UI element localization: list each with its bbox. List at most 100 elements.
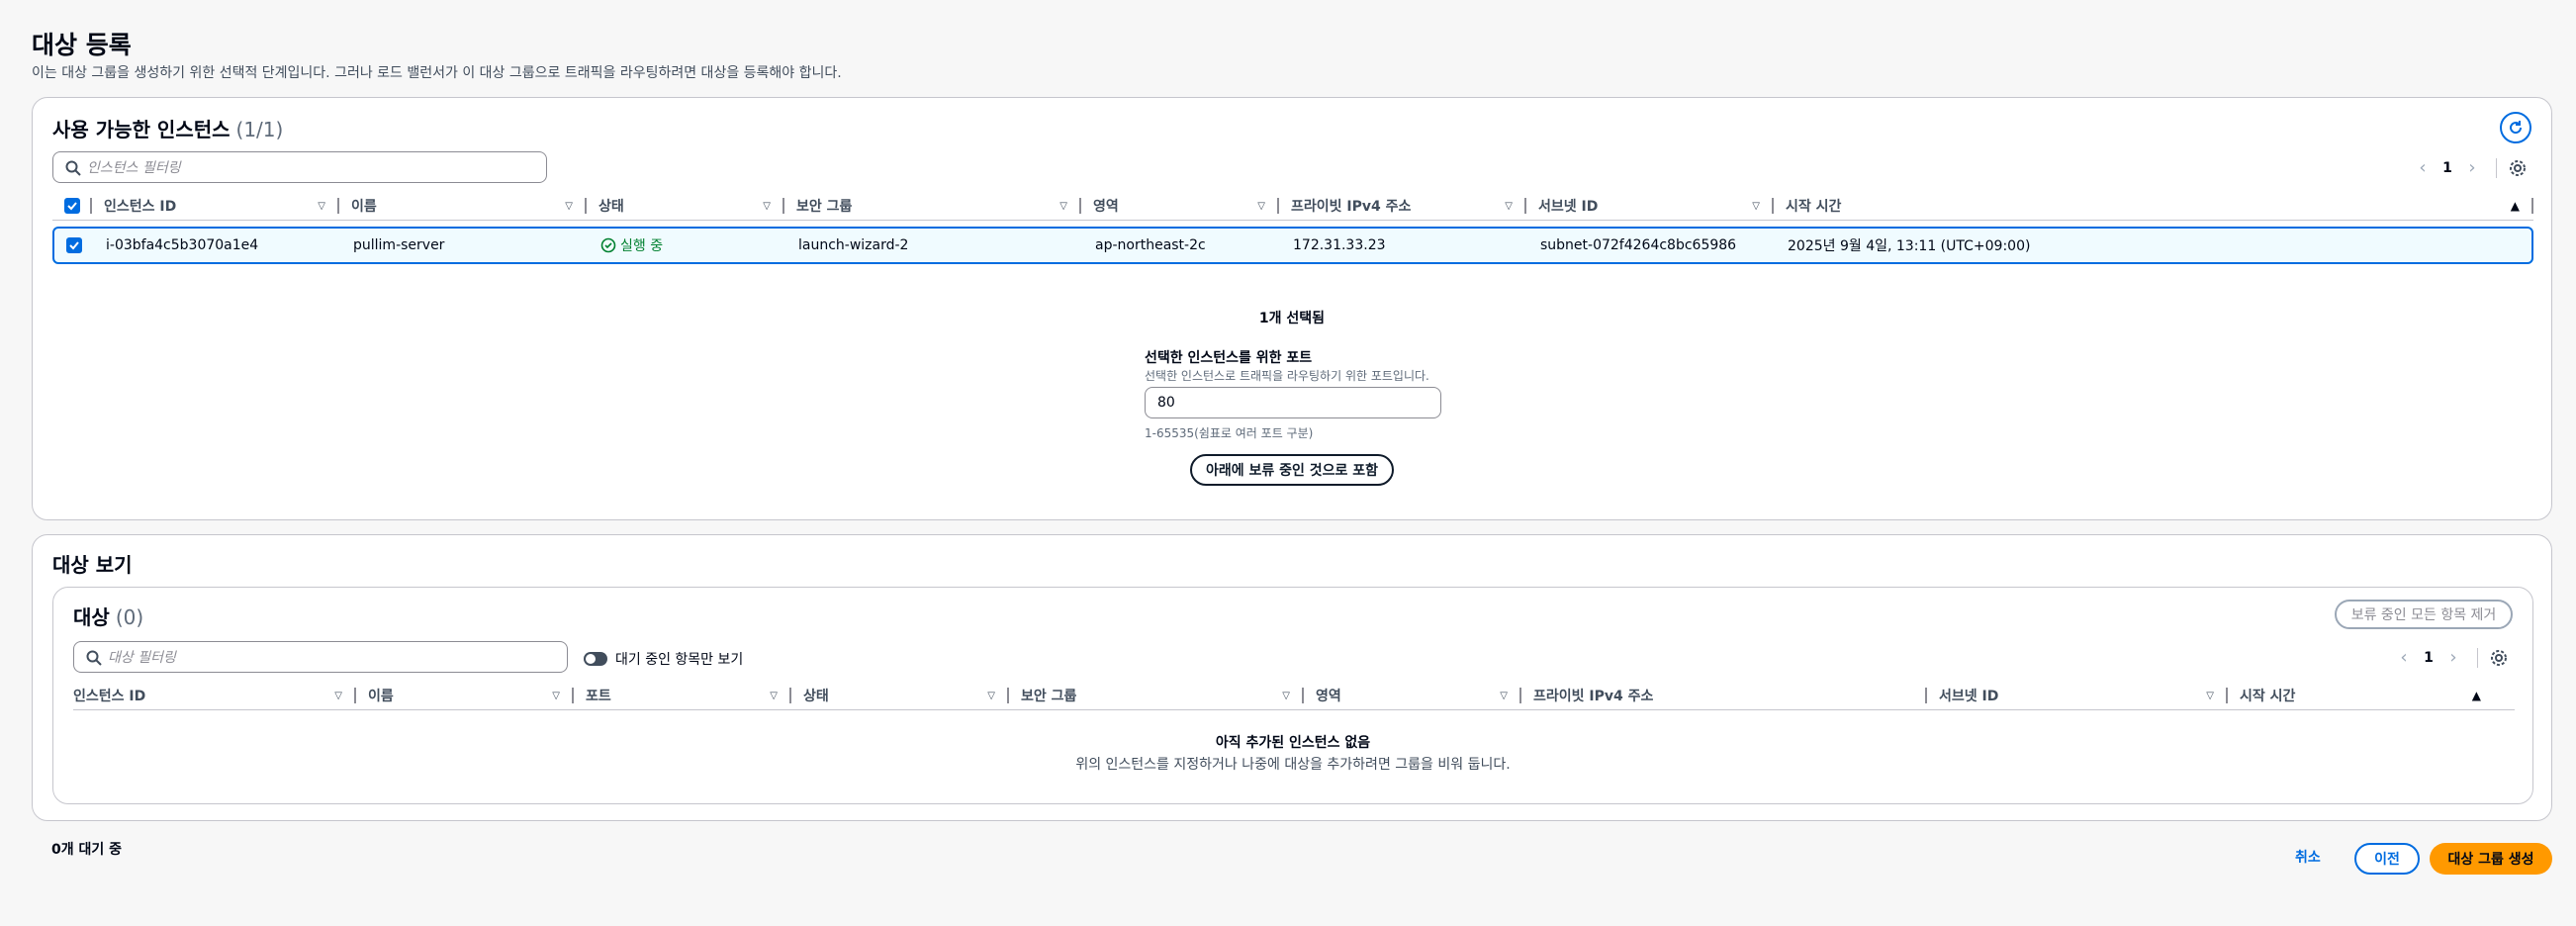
column-label: 이름 [351,198,377,215]
create-target-group-button[interactable]: 대상 그룹 생성 [2430,843,2552,875]
column-port[interactable]: 포트 ▽ [574,681,791,709]
pager-divider [2496,157,2497,178]
sort-down-icon[interactable]: ▽ [1505,201,1513,212]
sort-down-icon[interactable]: ▽ [1752,201,1760,212]
gear-icon[interactable] [2509,159,2527,177]
chevron-left-icon[interactable]: ‹ [2392,647,2416,668]
column-instance-id[interactable]: 인스턴스 ID ▽ [92,191,339,220]
pending-count: 0개 대기 중 [51,842,123,858]
pending-only-toggle[interactable]: 대기 중인 항목만 보기 [584,649,743,669]
include-pending-button[interactable]: 아래에 보류 중인 것으로 포함 [1190,454,1394,486]
column-subnet-id[interactable]: 서브넷 ID ▽ [1526,191,1774,220]
column-label: 상태 [598,198,624,215]
page-number[interactable]: 1 [2416,650,2441,666]
column-security-group[interactable]: 보안 그룹 ▽ [784,191,1081,220]
cancel-button[interactable]: 취소 [2295,847,2321,867]
port-hint: 1-65535(쉼표로 여러 포트 구분) [1145,426,1314,440]
sort-down-icon[interactable]: ▽ [2206,691,2214,701]
targets-count: (0) [115,605,144,629]
cell-start-time: 2025년 9월 4일, 13:11 (UTC+09:00) [1788,238,2031,254]
column-status[interactable]: 상태 ▽ [587,191,784,220]
instance-search-input[interactable]: 인스턴스 필터링 [52,151,547,183]
remove-all-pending-button[interactable]: 보류 중인 모든 항목 제거 [2335,600,2513,629]
select-all-cell [52,191,92,220]
sort-down-icon[interactable]: ▽ [334,691,342,701]
targets-container: 대상 (0) 보류 중인 모든 항목 제거 대상 필터링 대기 중인 항목만 보기… [52,587,2533,804]
target-search-input[interactable]: 대상 필터링 [73,641,568,673]
target-pagination: ‹ 1 › [2392,647,2508,668]
sort-down-icon[interactable]: ▽ [1282,691,1290,701]
page-title: 대상 등록 [32,31,132,59]
refresh-button[interactable] [2500,112,2531,143]
cell-subnet-id: subnet-072f4264c8bc65986 [1540,237,1737,253]
column-instance-id[interactable]: 인스턴스 ID ▽ [73,681,356,709]
sort-down-icon[interactable]: ▽ [565,201,573,212]
column-label: 인스턴스 ID [73,688,146,704]
pager-divider [2477,647,2478,668]
column-subnet-id[interactable]: 서브넷 ID ▽ [1927,681,2228,709]
row-select-cell [54,237,94,253]
column-private-ip[interactable]: 프라이빗 IPv4 주소 ▽ [1279,191,1526,220]
column-divider [2531,198,2533,214]
sort-down-icon[interactable]: ▽ [763,201,771,212]
status-text: 실행 중 [620,238,664,254]
column-label: 프라이빗 IPv4 주소 [1533,688,1654,704]
table-row[interactable]: i-03bfa4c5b3070a1e4 pullim-server 실행 중 l… [52,227,2533,264]
review-targets-card: 대상 보기 대상 (0) 보류 중인 모든 항목 제거 대상 필터링 대기 중인 … [32,534,2552,821]
sort-down-icon[interactable]: ▽ [1059,201,1067,212]
column-name[interactable]: 이름 ▽ [356,681,574,709]
cell-status: 실행 중 [589,235,786,255]
cell-security-group: launch-wizard-2 [798,237,909,253]
previous-button[interactable]: 이전 [2354,843,2420,875]
sort-down-icon[interactable]: ▽ [1500,691,1508,701]
column-label: 서브넷 ID [1538,198,1599,215]
review-targets-title: 대상 보기 [52,553,133,577]
sort-up-icon[interactable]: ▲ [2511,199,2520,213]
chevron-right-icon[interactable]: › [2460,157,2484,178]
target-table-header: 인스턴스 ID ▽ 이름 ▽ 포트 ▽ 상태 ▽ 보안 그룹 ▽ 영역 ▽ 프라이빗 IPv… [73,681,2515,710]
sort-down-icon[interactable]: ▽ [552,691,560,701]
column-name[interactable]: 이름 ▽ [339,191,587,220]
page-number[interactable]: 1 [2435,160,2460,176]
toggle-switch[interactable] [584,652,607,666]
column-start-time[interactable]: 시작 시간 ▲ [1774,191,2533,220]
row-checkbox[interactable] [66,237,82,253]
toggle-label: 대기 중인 항목만 보기 [615,652,744,668]
chevron-right-icon[interactable]: › [2441,647,2465,668]
column-security-group[interactable]: 보안 그룹 ▽ [1009,681,1304,709]
column-label: 인스턴스 ID [104,198,177,215]
instance-pagination: ‹ 1 › [2411,157,2527,178]
column-status[interactable]: 상태 ▽ [791,681,1009,709]
selected-count: 1개 선택됨 [1258,311,1326,326]
column-label: 영역 [1316,688,1341,704]
sort-down-icon[interactable]: ▽ [1257,201,1265,212]
search-icon [65,160,81,176]
sort-down-icon[interactable]: ▽ [987,691,995,701]
column-label: 서브넷 ID [1939,688,1999,704]
port-input[interactable]: 80 [1145,387,1441,418]
gear-icon[interactable] [2490,649,2508,667]
sort-down-icon[interactable]: ▽ [318,201,325,212]
sort-up-icon[interactable]: ▲ [2472,689,2481,702]
column-label: 시작 시간 [1786,198,1842,215]
targets-title: 대상 (0) [73,602,143,630]
column-zone[interactable]: 영역 ▽ [1304,681,1521,709]
column-private-ip[interactable]: 프라이빗 IPv4 주소 [1521,681,1927,709]
column-zone[interactable]: 영역 ▽ [1081,191,1279,220]
empty-state-description: 위의 인스턴스를 지정하거나 나중에 대상을 추가하려면 그룹을 비워 둡니다. [1075,757,1511,773]
select-all-checkbox[interactable] [64,197,80,214]
available-instances-title-text: 사용 가능한 인스턴스 [52,118,230,141]
column-label: 이름 [368,688,394,704]
column-start-time[interactable]: 시작 시간 ▲ [2228,681,2495,709]
chevron-left-icon[interactable]: ‹ [2411,157,2435,178]
empty-state-title: 아직 추가된 인스턴스 없음 [1215,735,1371,751]
sort-down-icon[interactable]: ▽ [770,691,778,701]
targets-title-text: 대상 [73,605,110,629]
available-instances-count: (1/1) [235,118,284,141]
search-icon [86,650,102,666]
status-badge: 실행 중 [600,235,663,255]
port-description: 선택한 인스턴스로 트래픽을 라우팅하기 위한 포트입니다. [1145,369,1429,383]
cell-private-ip: 172.31.33.23 [1293,237,1386,253]
cell-instance-id: i-03bfa4c5b3070a1e4 [106,237,259,253]
port-label: 선택한 인스턴스를 위한 포트 [1145,350,1313,366]
